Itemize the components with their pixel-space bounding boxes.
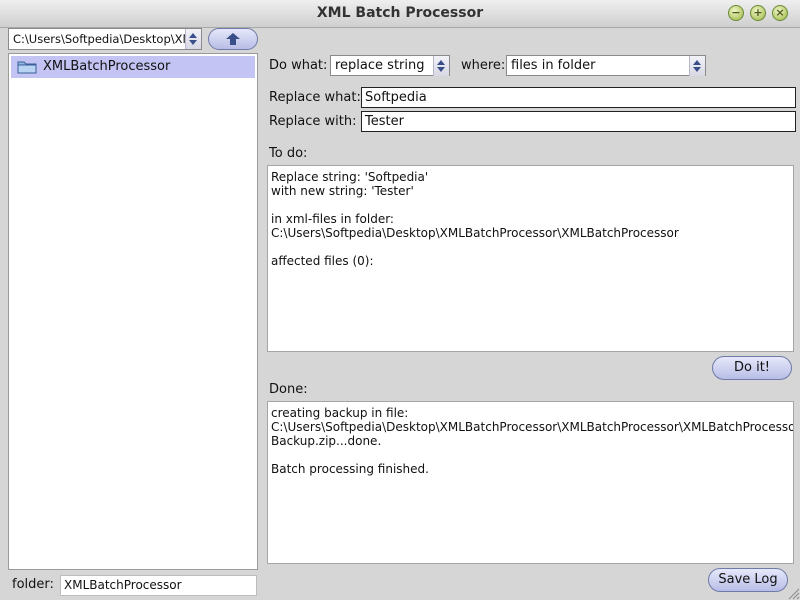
replace-with-field[interactable]: Tester bbox=[361, 111, 796, 132]
do-what-spinner[interactable] bbox=[433, 56, 449, 76]
folder-label: folder: bbox=[12, 577, 54, 592]
todo-textarea[interactable]: Replace string: 'Softpedia' with new str… bbox=[267, 165, 794, 352]
tree-item-xmlbatchprocessor[interactable]: XMLBatchProcessor bbox=[11, 56, 255, 78]
path-value: C:\Users\Softpedia\Desktop\XMLBat... bbox=[13, 32, 185, 46]
do-what-label: Do what: bbox=[269, 58, 328, 73]
do-what-select[interactable]: replace string bbox=[330, 55, 450, 76]
close-icon[interactable]: × bbox=[772, 5, 788, 21]
title-bar: XML Batch Processor − + × bbox=[0, 0, 800, 28]
tree-item-label: XMLBatchProcessor bbox=[43, 59, 171, 74]
do-what-value: replace string bbox=[335, 58, 425, 73]
resize-grip-icon[interactable] bbox=[786, 586, 800, 600]
window-title: XML Batch Processor bbox=[316, 5, 484, 21]
path-combobox[interactable]: C:\Users\Softpedia\Desktop\XMLBat... bbox=[8, 28, 202, 50]
replace-what-label: Replace what: bbox=[269, 90, 361, 105]
where-spinner[interactable] bbox=[689, 56, 705, 76]
arrow-up-icon bbox=[226, 33, 240, 45]
path-spinner[interactable] bbox=[185, 29, 201, 49]
todo-label: To do: bbox=[269, 146, 308, 161]
do-it-button[interactable]: Do it! bbox=[712, 356, 792, 380]
where-select[interactable]: files in folder bbox=[506, 55, 706, 76]
minimize-icon[interactable]: − bbox=[728, 5, 744, 21]
done-label: Done: bbox=[269, 382, 308, 397]
spin-up-icon[interactable] bbox=[189, 33, 197, 38]
replace-with-label: Replace with: bbox=[269, 114, 357, 129]
done-log-textarea[interactable]: creating backup in file: C:\Users\Softpe… bbox=[267, 401, 794, 564]
folder-icon bbox=[17, 61, 37, 74]
replace-what-field[interactable]: Softpedia bbox=[361, 87, 796, 108]
where-label: where: bbox=[461, 58, 506, 73]
folder-tree[interactable]: XMLBatchProcessor bbox=[8, 53, 258, 570]
where-value: files in folder bbox=[511, 58, 596, 73]
spin-down-icon bbox=[693, 67, 701, 72]
folder-field[interactable]: XMLBatchProcessor bbox=[60, 575, 257, 596]
spin-up-icon bbox=[437, 60, 445, 65]
save-log-button[interactable]: Save Log bbox=[708, 568, 788, 592]
parent-folder-button[interactable] bbox=[208, 28, 258, 50]
spin-down-icon bbox=[437, 67, 445, 72]
spin-down-icon[interactable] bbox=[189, 40, 197, 45]
spin-up-icon bbox=[693, 60, 701, 65]
maximize-icon[interactable]: + bbox=[750, 5, 766, 21]
